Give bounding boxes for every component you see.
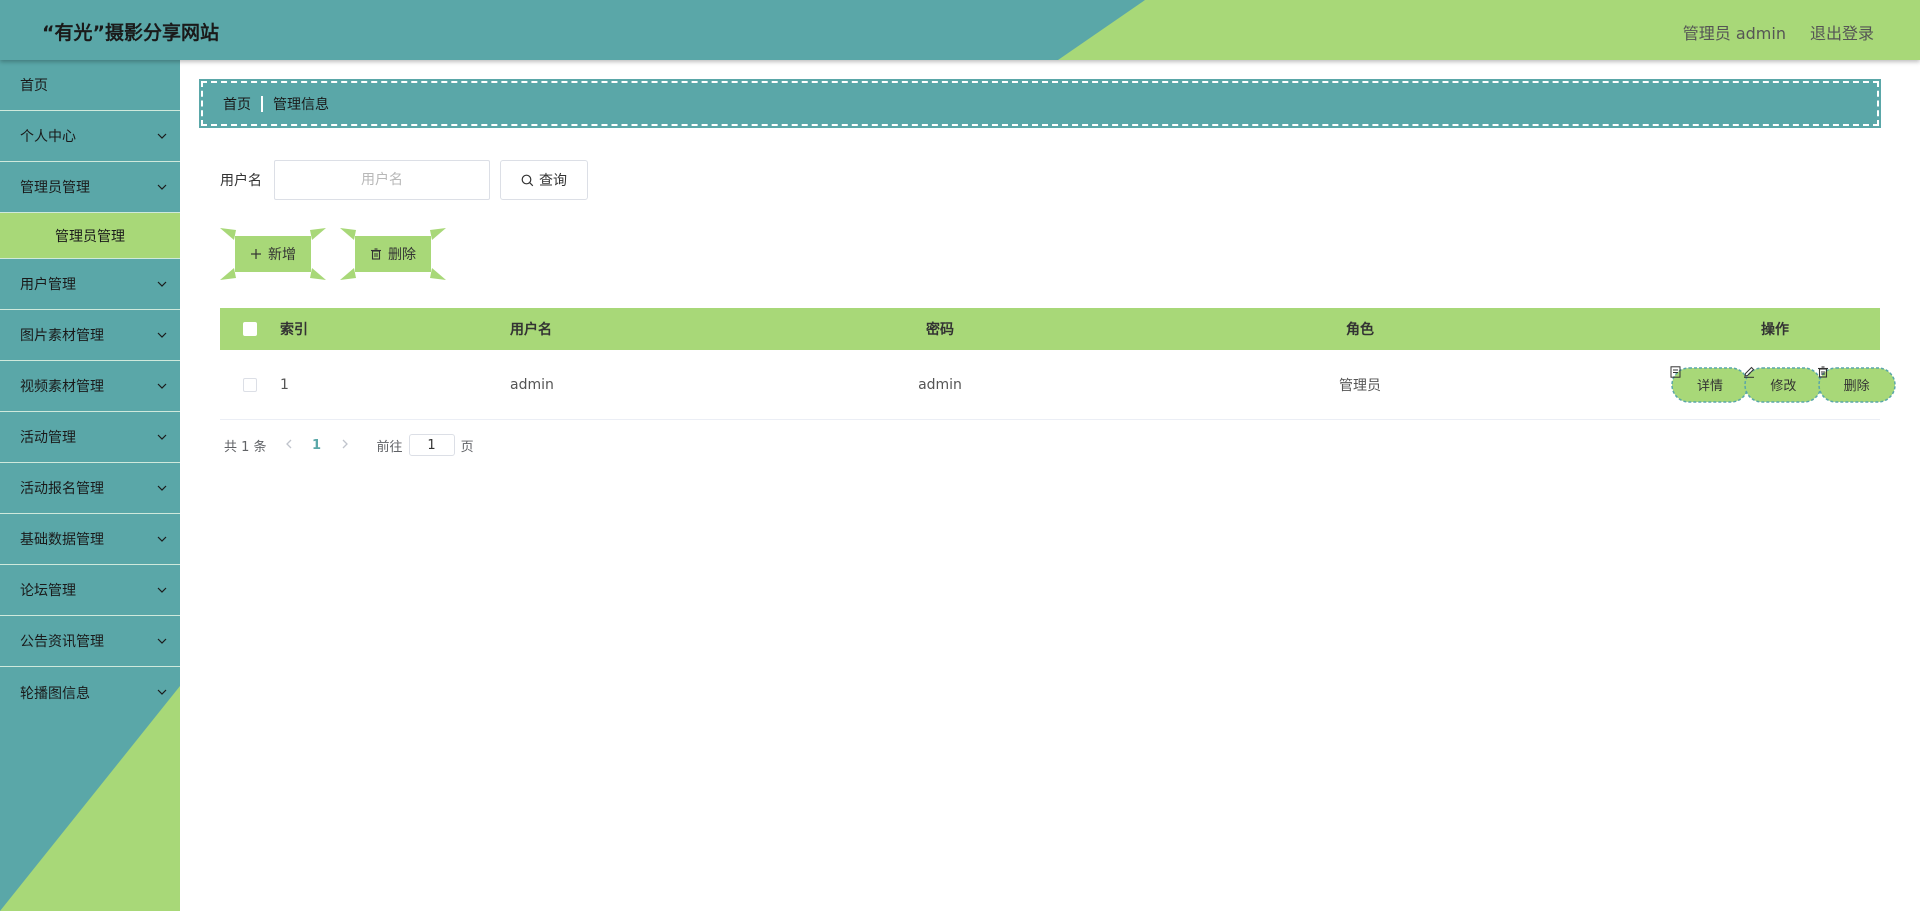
chevron-down-icon xyxy=(157,332,167,338)
cell-role: 管理员 xyxy=(1339,377,1381,394)
sidebar-item-image-material[interactable]: 图片素材管理 xyxy=(0,310,180,361)
chevron-down-icon xyxy=(157,133,167,139)
chevron-right-icon xyxy=(342,439,348,448)
main-content: 首页 管理信息 用户名 查询 xyxy=(180,60,1920,911)
table-header: 索引 用户名 密码 角色 操作 xyxy=(220,308,1880,350)
username-search-input[interactable] xyxy=(274,160,490,200)
pagination: 共 1 条 1 前往 页 xyxy=(224,434,474,456)
sidebar-item-activity[interactable]: 活动管理 xyxy=(0,412,180,463)
sidebar: 首页 个人中心 管理员管理 管理员管理 用户管理 图片素材管理 视频素材管理 活… xyxy=(0,60,180,911)
row-delete-button-label: 删除 xyxy=(1843,379,1870,394)
site-title: “有光”摄影分享网站 xyxy=(42,22,219,44)
sidebar-subitem-admin-management[interactable]: 管理员管理 xyxy=(0,213,180,259)
sidebar-item-label: 论坛管理 xyxy=(20,583,76,599)
chevron-down-icon xyxy=(157,434,167,440)
batch-delete-button[interactable]: 删除 xyxy=(340,228,446,280)
sidebar-item-label: 首页 xyxy=(20,78,48,94)
search-label: 用户名 xyxy=(220,173,262,189)
admin-table: 索引 用户名 密码 角色 操作 1 admin admin 管理员 详情 修改 … xyxy=(220,308,1896,420)
search-bar: 用户名 查询 xyxy=(220,160,588,200)
sidebar-item-label: 管理员管理 xyxy=(20,180,90,196)
sidebar-item-label: 活动报名管理 xyxy=(20,481,104,497)
add-button-label: 新增 xyxy=(268,247,296,263)
pencil-icon xyxy=(1744,366,1755,378)
chevron-down-icon xyxy=(157,383,167,389)
page-jump: 前往 页 xyxy=(377,434,474,456)
detail-button-label: 详情 xyxy=(1696,379,1723,394)
goto-page-input[interactable] xyxy=(408,434,455,456)
sidebar-item-basic-data[interactable]: 基础数据管理 xyxy=(0,514,180,565)
column-header-index: 索引 xyxy=(280,322,308,338)
chevron-down-icon xyxy=(157,184,167,190)
sidebar-item-carousel[interactable]: 轮播图信息 xyxy=(0,667,180,718)
edit-button-label: 修改 xyxy=(1770,379,1797,394)
cell-index: 1 xyxy=(280,376,289,393)
sidebar-item-label: 视频素材管理 xyxy=(20,379,104,395)
query-button[interactable]: 查询 xyxy=(500,160,588,200)
chevron-down-icon xyxy=(157,638,167,644)
edit-button[interactable]: 修改 xyxy=(1743,366,1823,404)
current-user-label: 管理员 admin xyxy=(1682,24,1786,43)
sidebar-item-forum[interactable]: 论坛管理 xyxy=(0,565,180,616)
search-icon xyxy=(521,174,534,186)
column-header-role: 角色 xyxy=(1346,322,1374,338)
sidebar-item-user-management[interactable]: 用户管理 xyxy=(0,259,180,310)
breadcrumb: 首页 管理信息 xyxy=(199,79,1881,128)
chevron-down-icon xyxy=(157,485,167,491)
chevron-left-icon xyxy=(285,439,292,448)
trash-icon xyxy=(371,248,381,260)
add-button[interactable]: 新增 xyxy=(220,228,326,280)
sidebar-item-label: 用户管理 xyxy=(20,277,76,293)
select-all-checkbox[interactable] xyxy=(243,322,257,336)
next-page-button[interactable] xyxy=(331,438,359,453)
header-decoration xyxy=(1058,0,1920,60)
sidebar-item-activity-signup[interactable]: 活动报名管理 xyxy=(0,463,180,514)
cell-username: admin xyxy=(510,376,554,393)
sidebar-item-admin-management[interactable]: 管理员管理 xyxy=(0,162,180,213)
action-bar: 新增 删除 xyxy=(220,228,446,280)
cell-password: admin xyxy=(918,376,962,393)
sidebar-subitem-label: 管理员管理 xyxy=(55,228,125,245)
sidebar-item-label: 图片素材管理 xyxy=(20,328,104,344)
detail-button[interactable]: 详情 xyxy=(1670,365,1749,404)
plus-icon xyxy=(251,249,261,259)
sidebar-item-label: 公告资讯管理 xyxy=(20,634,104,650)
sidebar-item-personal-center[interactable]: 个人中心 xyxy=(0,111,180,162)
query-button-label: 查询 xyxy=(539,173,567,189)
sidebar-item-announcements[interactable]: 公告资讯管理 xyxy=(0,616,180,667)
sidebar-menu: 首页 个人中心 管理员管理 管理员管理 用户管理 图片素材管理 视频素材管理 活… xyxy=(0,60,180,718)
breadcrumb-separator xyxy=(261,95,263,112)
chevron-down-icon xyxy=(157,536,167,542)
document-icon xyxy=(1670,365,1681,378)
breadcrumb-current: 管理信息 xyxy=(273,96,329,113)
table-row: 1 admin admin 管理员 详情 修改 删除 xyxy=(220,350,1896,420)
logout-link[interactable]: 退出登录 xyxy=(1810,20,1874,44)
chevron-down-icon xyxy=(157,281,167,287)
top-header: “有光”摄影分享网站 管理员 admin 退出登录 xyxy=(0,0,1920,60)
sidebar-item-label: 轮播图信息 xyxy=(20,685,90,702)
chevron-down-icon xyxy=(157,587,167,593)
sidebar-item-label: 基础数据管理 xyxy=(20,532,104,548)
sidebar-item-label: 个人中心 xyxy=(20,129,76,145)
column-header-password: 密码 xyxy=(926,322,954,338)
sidebar-item-home[interactable]: 首页 xyxy=(0,60,180,111)
sidebar-item-video-material[interactable]: 视频素材管理 xyxy=(0,361,180,412)
row-actions: 详情 修改 删除 xyxy=(1670,365,1896,404)
column-header-username: 用户名 xyxy=(510,322,552,338)
chevron-down-icon xyxy=(157,689,167,695)
page-number[interactable]: 1 xyxy=(303,438,331,453)
pagination-total: 共 1 条 xyxy=(224,439,267,455)
sidebar-item-label: 活动管理 xyxy=(20,430,76,446)
delete-button-label: 删除 xyxy=(388,247,416,263)
row-checkbox[interactable] xyxy=(243,377,257,392)
page-suffix: 页 xyxy=(460,439,474,455)
column-header-actions: 操作 xyxy=(1761,322,1789,338)
sidebar-decoration xyxy=(0,686,180,911)
row-delete-button[interactable]: 删除 xyxy=(1817,365,1896,404)
breadcrumb-home[interactable]: 首页 xyxy=(223,94,251,114)
prev-page-button[interactable] xyxy=(275,438,303,453)
goto-label: 前往 xyxy=(376,439,403,455)
trash-icon xyxy=(1817,365,1828,378)
